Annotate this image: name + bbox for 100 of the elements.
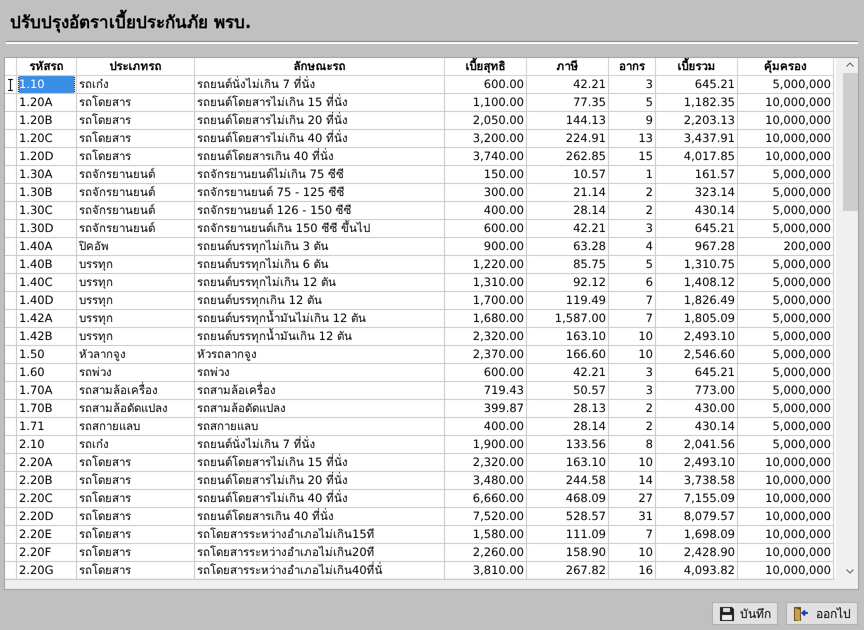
scroll-down-icon[interactable] — [846, 569, 854, 574]
table-cell: 400.00 — [484, 203, 524, 217]
table-cell: รถโดยสาร — [79, 563, 131, 577]
table-cell: รถโดยสาร — [79, 95, 131, 109]
table-cell: รถโดยสาร — [79, 545, 131, 559]
table-cell: 10,000,000 — [765, 545, 831, 559]
table-cell: 528.57 — [566, 509, 606, 523]
table-cell: 85.75 — [573, 257, 606, 271]
exit-button[interactable]: ออกไป — [786, 602, 858, 625]
table-cell: 5,000,000 — [772, 293, 831, 307]
table-cell: รถโดยสาร — [79, 131, 131, 145]
table-cell: 1,826.49 — [684, 293, 735, 307]
table-cell: 10,000,000 — [765, 473, 831, 487]
column-header[interactable]: เบี้ยรวม — [656, 58, 738, 76]
table-cell: 10.57 — [573, 167, 606, 181]
table-cell: รถโดยสาร — [79, 113, 131, 127]
table-cell: 10,000,000 — [765, 95, 831, 109]
table-cell: 5,000,000 — [772, 383, 831, 397]
table-cell: 6,660.00 — [472, 491, 524, 505]
table-cell: รถโดยสาร — [79, 491, 131, 505]
table-cell: 111.09 — [566, 527, 606, 541]
table-cell: 14 — [638, 473, 653, 487]
table-cell: 7 — [646, 311, 653, 325]
table-cell: 244.58 — [566, 473, 606, 487]
table-cell: 144.13 — [566, 113, 606, 127]
table-cell: รถโดยสาร — [79, 149, 131, 163]
table-cell: 2.20C — [19, 491, 53, 505]
table-cell: 1.20C — [19, 131, 53, 145]
table-cell: 1.30D — [19, 221, 54, 235]
table-cell: 1,698.09 — [684, 527, 735, 541]
table-cell: 2 — [646, 203, 653, 217]
table-cell: 2.20G — [19, 563, 54, 577]
table-cell: รถยนต์โดยสารไม่เกิน 15 ที่นั่ง — [197, 455, 348, 469]
column-header[interactable]: ประเภทรถ — [77, 58, 195, 76]
table-cell: 5,000,000 — [772, 329, 831, 343]
table-cell: 10,000,000 — [765, 563, 831, 577]
table-cell: 27 — [638, 491, 653, 505]
table-cell: 1.42B — [19, 329, 52, 343]
table-cell: 42.21 — [573, 77, 606, 91]
table-cell: 31 — [638, 509, 653, 523]
table-cell: รถสามล้อดัดแปลง — [197, 401, 286, 415]
table-cell: 3,740.00 — [472, 149, 524, 163]
table-cell: 3 — [646, 221, 653, 235]
table-cell: 1,408.12 — [684, 275, 735, 289]
table-cell: 1,580.00 — [472, 527, 524, 541]
table-cell: รถเก๋ง — [79, 437, 109, 451]
table-cell: 1.30B — [19, 185, 52, 199]
table-cell: 5,000,000 — [772, 221, 831, 235]
table-cell: 1.42A — [19, 311, 52, 325]
table-cell: 150.00 — [484, 167, 524, 181]
save-button[interactable]: บันทึก — [712, 602, 778, 625]
column-header[interactable]: ลักษณะรถ — [195, 58, 445, 76]
table-cell: 600.00 — [484, 77, 524, 91]
table-cell: 1.70B — [19, 401, 52, 415]
table-cell: 4 — [646, 239, 653, 253]
table-cell: 600.00 — [484, 221, 524, 235]
table-cell: 158.90 — [566, 545, 606, 559]
table-cell: 119.49 — [566, 293, 606, 307]
table-cell: 600.00 — [484, 365, 524, 379]
column-header[interactable]: ภาษี — [527, 58, 609, 76]
table-cell: 5,000,000 — [772, 185, 831, 199]
table-cell: 967.28 — [694, 239, 735, 253]
table-cell: 1,805.09 — [684, 311, 735, 325]
table-cell: 15 — [638, 149, 653, 163]
table-cell: รถจักรยานยนต์ — [79, 203, 155, 217]
column-header[interactable]: เบี้ยสุทธิ — [445, 58, 527, 76]
table-cell: 224.91 — [566, 131, 606, 145]
table-cell: 773.00 — [694, 383, 735, 397]
column-header[interactable]: คุ้มครอง — [738, 58, 834, 76]
table-cell: 3 — [646, 365, 653, 379]
table-cell: บรรทุก — [79, 275, 113, 289]
table-cell: รถยนต์นั่งไม่เกิน 7 ที่นั่ง — [197, 77, 316, 91]
table-cell: 28.14 — [573, 419, 606, 433]
table-cell: รถเก๋ง — [79, 77, 109, 91]
scroll-up-icon[interactable] — [846, 62, 854, 67]
table-cell: บรรทุก — [79, 257, 113, 271]
table-cell: 1.71 — [19, 419, 45, 433]
table-cell: 92.12 — [573, 275, 606, 289]
table-cell: 1,220.00 — [472, 257, 524, 271]
table-cell: 468.09 — [566, 491, 606, 505]
table-cell: 6 — [646, 275, 653, 289]
table-cell: 5,000,000 — [772, 167, 831, 181]
table-cell: หัวรถลากจูง — [197, 347, 257, 361]
table-cell: 161.57 — [694, 167, 735, 181]
table-cell: 133.56 — [566, 437, 606, 451]
table-cell: 10 — [638, 455, 653, 469]
column-header[interactable]: อากร — [609, 58, 656, 76]
table-cell: 163.10 — [566, 455, 606, 469]
table-cell: 430.00 — [694, 401, 735, 415]
table-cell: รถจักรยานยนต์ — [79, 185, 155, 199]
scroll-thumb[interactable] — [842, 73, 858, 211]
table-cell: 300.00 — [484, 185, 524, 199]
table-cell: 200,000 — [783, 239, 831, 253]
table-cell: 399.87 — [484, 401, 524, 415]
table-cell: 5,000,000 — [772, 311, 831, 325]
table-cell: 16 — [638, 563, 653, 577]
table-cell: รถยนต์บรรทุกไม่เกิน 12 ตัน — [197, 275, 336, 289]
table-cell: 2,493.10 — [684, 329, 735, 343]
table-cell: รถยนต์โดยสารไม่เกิน 40 ที่นั่ง — [197, 491, 348, 505]
table-cell: 28.13 — [573, 401, 606, 415]
